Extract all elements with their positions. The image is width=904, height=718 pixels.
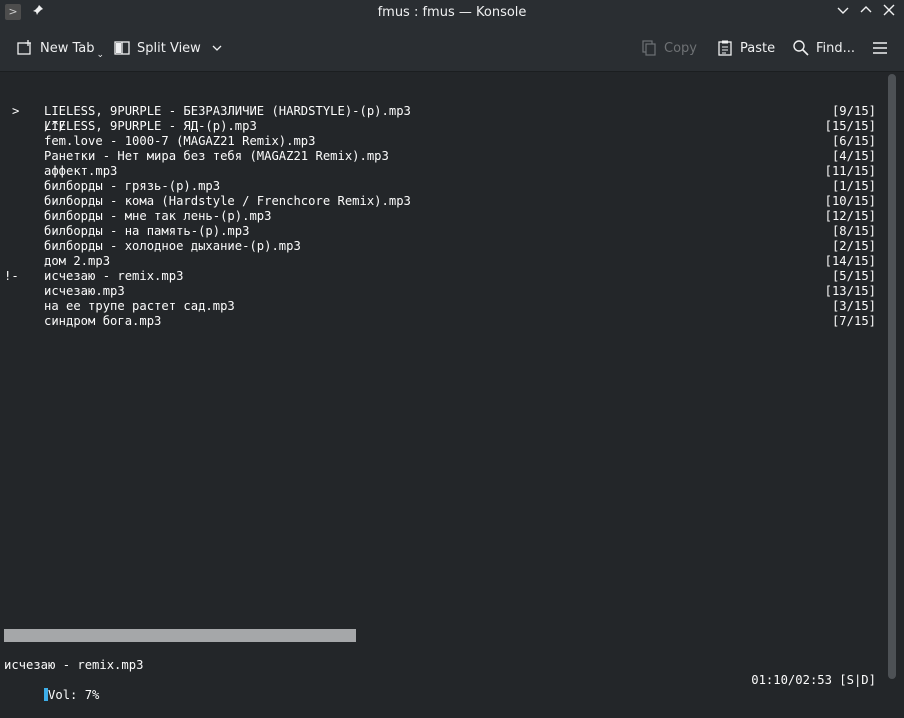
track-name: синдром бога.mp3 bbox=[44, 314, 162, 328]
track-row[interactable]: на ее трупе растет сад.mp3 [3/15] bbox=[0, 299, 880, 314]
hamburger-menu-icon bbox=[873, 42, 887, 54]
minimize-icon[interactable] bbox=[834, 3, 852, 21]
track-marker: !- bbox=[4, 269, 19, 283]
track-name: исчезаю.mp3 bbox=[44, 284, 125, 298]
track-row[interactable]: fem.love - 1000-7 (MAGAZ21 Remix).mp3 [6/… bbox=[0, 134, 880, 149]
paste-icon bbox=[718, 40, 732, 56]
track-row[interactable]: дом 2.mp3 [14/15] bbox=[0, 254, 880, 269]
track-index: [4/15] bbox=[831, 149, 876, 163]
search-icon bbox=[793, 40, 809, 56]
now-playing-line: исчезаю - remix.mp3 01:10/02:53 [S|D] bbox=[0, 643, 880, 687]
window-title: fmus : fmus — Konsole bbox=[377, 5, 527, 20]
track-row[interactable]: билборды - грязь-(p).mp3 [1/15] bbox=[0, 179, 880, 194]
track-name: LIELESS, 9PURPLE - ЯД-(p).mp3 bbox=[44, 119, 257, 133]
track-index: [15/15] bbox=[824, 119, 876, 133]
hamburger-menu-button[interactable] bbox=[871, 36, 895, 60]
track-name: дом 2.mp3 bbox=[44, 254, 111, 268]
copy-icon bbox=[642, 40, 656, 56]
paste-button[interactable]: Paste bbox=[716, 36, 775, 60]
chevron-down-icon[interactable] bbox=[211, 42, 223, 54]
track-name: исчезаю - remix.mp3 bbox=[44, 269, 184, 283]
terminal-view[interactable]: > /^/ LIELESS, 9PURPLE - БЕЗРАЗЛИЧИЕ (HA… bbox=[0, 72, 880, 702]
track-index: [12/15] bbox=[824, 209, 876, 223]
track-row[interactable]: Ранетки - Нет мира без тебя (MAGAZ21 Rem… bbox=[0, 149, 880, 164]
copy-button[interactable]: Copy bbox=[640, 36, 697, 60]
track-index: [8/15] bbox=[831, 224, 876, 238]
find-button[interactable]: Find... bbox=[792, 36, 855, 60]
maximize-icon[interactable] bbox=[857, 3, 875, 21]
track-row[interactable]: билборды - холодное дыхание-(p).mp3 [2/15… bbox=[0, 239, 880, 254]
track-name: билборды - кома (Hardstyle / Frenchcore … bbox=[44, 194, 411, 208]
track-index: [7/15] bbox=[831, 314, 876, 328]
track-row[interactable]: синдром бога.mp3 [7/15] bbox=[0, 314, 880, 329]
track-row[interactable]: !- исчезаю - remix.mp3 [5/15] bbox=[0, 269, 880, 284]
track-index: [1/15] bbox=[831, 179, 876, 193]
track-index: [13/15] bbox=[824, 284, 876, 298]
title-bar: > fmus : fmus — Konsole bbox=[0, 0, 904, 25]
toolbar: New Tab ⌄ Split View Copy Paste Find... bbox=[0, 25, 904, 72]
new-tab-label: New Tab bbox=[40, 40, 95, 56]
track-index: [3/15] bbox=[831, 299, 876, 313]
copy-label: Copy bbox=[664, 40, 697, 56]
split-view-button[interactable]: Split View bbox=[113, 36, 223, 60]
track-name: LIELESS, 9PURPLE - БЕЗРАЗЛИЧИЕ (HARDSTYL… bbox=[44, 104, 411, 118]
chevron-down-icon: ⌄ bbox=[96, 50, 105, 60]
split-view-label: Split View bbox=[137, 40, 201, 56]
prompt-line: > /^/ bbox=[0, 89, 880, 133]
track-index: [9/15] bbox=[831, 104, 876, 118]
track-index: [11/15] bbox=[824, 164, 876, 178]
scrollbar[interactable] bbox=[880, 72, 904, 681]
playback-progress-bar[interactable] bbox=[4, 629, 356, 642]
track-row[interactable]: билборды - мне так лень-(p).mp3 [12/15] bbox=[0, 209, 880, 224]
track-name: Ранетки - Нет мира без тебя (MAGAZ21 Rem… bbox=[44, 149, 389, 163]
track-name: билборды - грязь-(p).mp3 bbox=[44, 179, 221, 193]
split-view-icon bbox=[114, 41, 130, 55]
track-name: аффект.mp3 bbox=[44, 164, 118, 178]
find-label: Find... bbox=[816, 40, 856, 56]
volume-line: Vol: 7% bbox=[0, 658, 880, 702]
track-index: [2/15] bbox=[831, 239, 876, 253]
new-tab-button[interactable]: New Tab ⌄ bbox=[16, 36, 104, 60]
volume-readout: Vol: 7% bbox=[48, 688, 100, 702]
track-name: билборды - холодное дыхание-(p).mp3 bbox=[44, 239, 301, 253]
close-icon[interactable] bbox=[880, 3, 898, 21]
new-tab-icon bbox=[17, 40, 31, 55]
track-row[interactable]: исчезаю.mp3 [13/15] bbox=[0, 284, 880, 299]
track-index: [14/15] bbox=[824, 254, 876, 268]
track-row[interactable]: билборды - на память-(p).mp3 [8/15] bbox=[0, 224, 880, 239]
track-row[interactable]: LIELESS, 9PURPLE - ЯД-(p).mp3 [15/15] bbox=[0, 119, 880, 134]
track-name: на ее трупе растет сад.mp3 bbox=[44, 299, 235, 313]
track-index: [6/15] bbox=[831, 134, 876, 148]
track-row[interactable]: билборды - кома (Hardstyle / Frenchcore … bbox=[0, 194, 880, 209]
track-row[interactable]: аффект.mp3 [11/15] bbox=[0, 164, 880, 179]
scrollbar-track[interactable] bbox=[888, 74, 896, 679]
track-index: [5/15] bbox=[831, 269, 876, 283]
track-name: билборды - на память-(p).mp3 bbox=[44, 224, 250, 238]
paste-label: Paste bbox=[740, 40, 776, 56]
track-name: fem.love - 1000-7 (MAGAZ21 Remix).mp3 bbox=[44, 134, 316, 148]
track-row[interactable]: LIELESS, 9PURPLE - БЕЗРАЗЛИЧИЕ (HARDSTYL… bbox=[0, 104, 880, 119]
track-index: [10/15] bbox=[824, 194, 876, 208]
track-name: билборды - мне так лень-(p).mp3 bbox=[44, 209, 272, 223]
